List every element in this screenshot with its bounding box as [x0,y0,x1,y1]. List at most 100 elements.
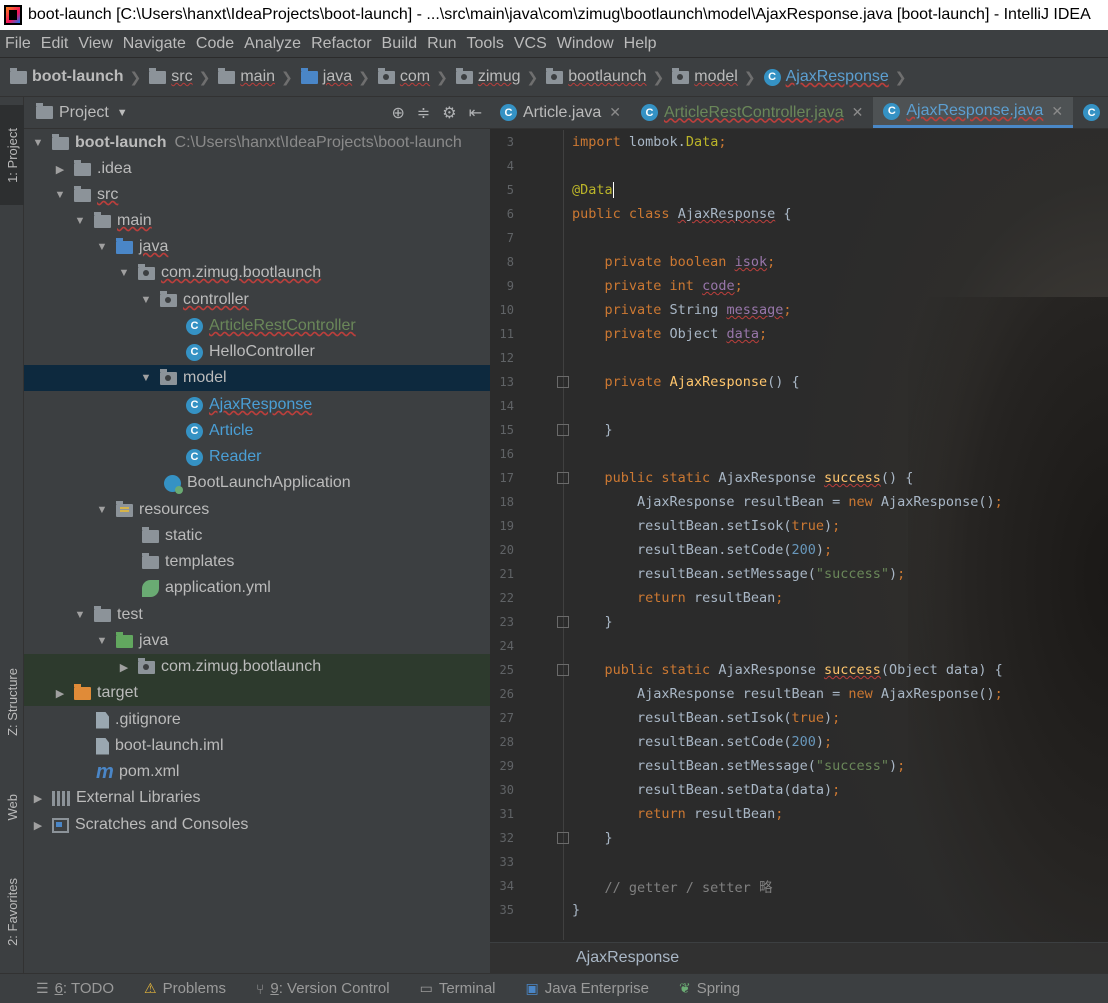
tab-articlerestcontroller-java[interactable]: C ArticleRestController.java ✕ [631,97,873,128]
tab-ajaxresponse-java[interactable]: C AjaxResponse.java ✕ [873,97,1074,128]
tree-item-hellocontroller[interactable]: C HelloController [24,339,490,365]
tree-item-package[interactable]: ▼ com.zimug.bootlaunch [24,260,490,286]
tree-item-gitignore[interactable]: .gitignore [24,707,490,733]
fold-icon[interactable] [557,424,569,436]
nav-crumb-com[interactable]: com ❯ [377,67,448,86]
menu-tools[interactable]: Tools [465,35,510,53]
tool-button-todo[interactable]: ☰ 6: TODO [36,980,114,997]
nav-crumb-src[interactable]: src ❯ [149,67,210,86]
chevron-right-icon[interactable]: ▶ [116,661,132,674]
chevron-down-icon[interactable]: ▼ [72,609,88,621]
nav-crumb-class[interactable]: C AjaxResponse ❯ [763,68,907,86]
tree-item-src[interactable]: ▼ src [24,182,490,208]
chevron-right-icon[interactable]: ▶ [30,792,46,805]
folder-icon [10,67,27,84]
fold-icon[interactable] [557,616,569,628]
chevron-down-icon[interactable]: ▼ [116,267,132,279]
tree-item-static[interactable]: static [24,523,490,549]
tab-overflow[interactable]: C [1073,97,1108,128]
chevron-right-icon[interactable]: ▶ [52,163,68,176]
tree-item-templates[interactable]: templates [24,549,490,575]
code-view[interactable]: 3 import lombok.Data; 4 5 @Data 6 public… [490,130,1108,940]
tab-article-java[interactable]: C Article.java ✕ [490,97,631,128]
tool-tab-structure[interactable]: Z: Structure [0,657,24,747]
nav-crumb-model[interactable]: model ❯ [672,67,756,86]
nav-crumb-main[interactable]: main ❯ [218,67,293,86]
target-icon[interactable]: ⊕ [391,103,404,123]
tool-button-terminal[interactable]: ▭ Terminal [420,980,496,997]
tree-item-reader[interactable]: C Reader [24,444,490,470]
chevron-down-icon[interactable]: ▼ [138,294,154,306]
project-view-selector[interactable]: Project [59,104,109,122]
chevron-right-icon[interactable]: ▶ [30,819,46,832]
tool-tab-project[interactable]: 1: Project [0,105,24,205]
tree-item-test-java[interactable]: ▼ java [24,628,490,654]
menu-code[interactable]: Code [195,35,241,53]
menu-edit[interactable]: Edit [40,35,76,53]
tree-item-target[interactable]: ▶ target [24,680,490,706]
tool-button-version-control[interactable]: ⑂ 9: Version Control [256,980,390,997]
tool-tab-web[interactable]: Web [0,777,24,837]
nav-crumb-bootlaunch[interactable]: bootlaunch ❯ [546,67,664,86]
chevron-right-icon[interactable]: ▶ [52,687,68,700]
tree-item-idea[interactable]: ▶ .idea [24,156,490,182]
hide-icon[interactable]: ⇤ [469,103,482,123]
collapse-icon[interactable]: ≑ [417,103,430,123]
menu-build[interactable]: Build [381,35,425,53]
tree-item-test[interactable]: ▼ test [24,602,490,628]
tool-button-spring[interactable]: ❦ Spring [679,980,740,997]
tree-item-iml[interactable]: boot-launch.iml [24,733,490,759]
tool-button-problems[interactable]: ⚠ Problems [144,980,226,997]
tool-button-java-enterprise[interactable]: ▣ Java Enterprise [526,980,649,997]
nav-crumb-java[interactable]: java ❯ [300,67,370,86]
tree-item-controller[interactable]: ▼ controller [24,287,490,313]
tree-item-pom[interactable]: m pom.xml [24,759,490,785]
chevron-down-icon[interactable]: ▼ [117,107,128,119]
menu-analyze[interactable]: Analyze [243,35,308,53]
menu-navigate[interactable]: Navigate [122,35,193,53]
menu-file[interactable]: File [4,35,38,53]
fold-icon[interactable] [557,832,569,844]
chevron-down-icon[interactable]: ▼ [138,372,154,384]
tree-item-ajaxresponse[interactable]: C AjaxResponse [24,392,490,418]
file-icon [96,737,109,755]
menu-run[interactable]: Run [426,35,463,53]
tree-item-model[interactable]: ▼ model [24,365,490,391]
chevron-down-icon[interactable]: ▼ [72,215,88,227]
tool-tab-favorites[interactable]: 2: Favorites [0,862,24,962]
fold-icon[interactable] [557,376,569,388]
close-icon[interactable]: ✕ [609,104,621,121]
tree-item-boot-launch[interactable]: ▼ boot-launch C:\Users\hanxt\IdeaProject… [24,130,490,156]
chevron-down-icon[interactable]: ▼ [94,241,110,253]
chevron-right-icon: ❯ [743,68,756,85]
menu-help[interactable]: Help [623,35,664,53]
tree-item-application-yml[interactable]: application.yml [24,575,490,601]
folder-icon [74,159,91,176]
close-icon[interactable]: ✕ [852,104,864,121]
menu-vcs[interactable]: VCS [513,35,554,53]
tree-item-test-package[interactable]: ▶ com.zimug.bootlaunch [24,654,490,680]
chevron-down-icon[interactable]: ▼ [94,504,110,516]
menu-view[interactable]: View [77,35,119,53]
tree-item-article[interactable]: C Article [24,418,490,444]
breadcrumb-class[interactable]: AjaxResponse [576,949,679,967]
menu-window[interactable]: Window [556,35,621,53]
tree-item-java[interactable]: ▼ java [24,234,490,260]
nav-crumb-project[interactable]: boot-launch ❯ [10,67,141,86]
chevron-down-icon[interactable]: ▼ [52,189,68,201]
nav-crumb-zimug[interactable]: zimug ❯ [455,67,538,86]
gear-icon[interactable]: ⚙ [442,103,456,123]
tree-item-main[interactable]: ▼ main [24,208,490,234]
close-icon[interactable]: ✕ [1051,103,1063,120]
tree-item-resources[interactable]: ▼ resources [24,497,490,523]
tree-item-articlerestcontroller[interactable]: C ArticleRestController [24,313,490,339]
chevron-down-icon[interactable]: ▼ [30,137,46,149]
tree-item-external-libraries[interactable]: ▶ External Libraries [24,785,490,811]
menu-refactor[interactable]: Refactor [310,35,378,53]
tree-item-scratches[interactable]: ▶ Scratches and Consoles [24,812,490,838]
fold-icon[interactable] [557,472,569,484]
chevron-right-icon: ❯ [281,68,293,85]
tree-item-bootlaunchapplication[interactable]: BootLaunchApplication [24,470,490,496]
chevron-down-icon[interactable]: ▼ [94,635,110,647]
fold-icon[interactable] [557,664,569,676]
